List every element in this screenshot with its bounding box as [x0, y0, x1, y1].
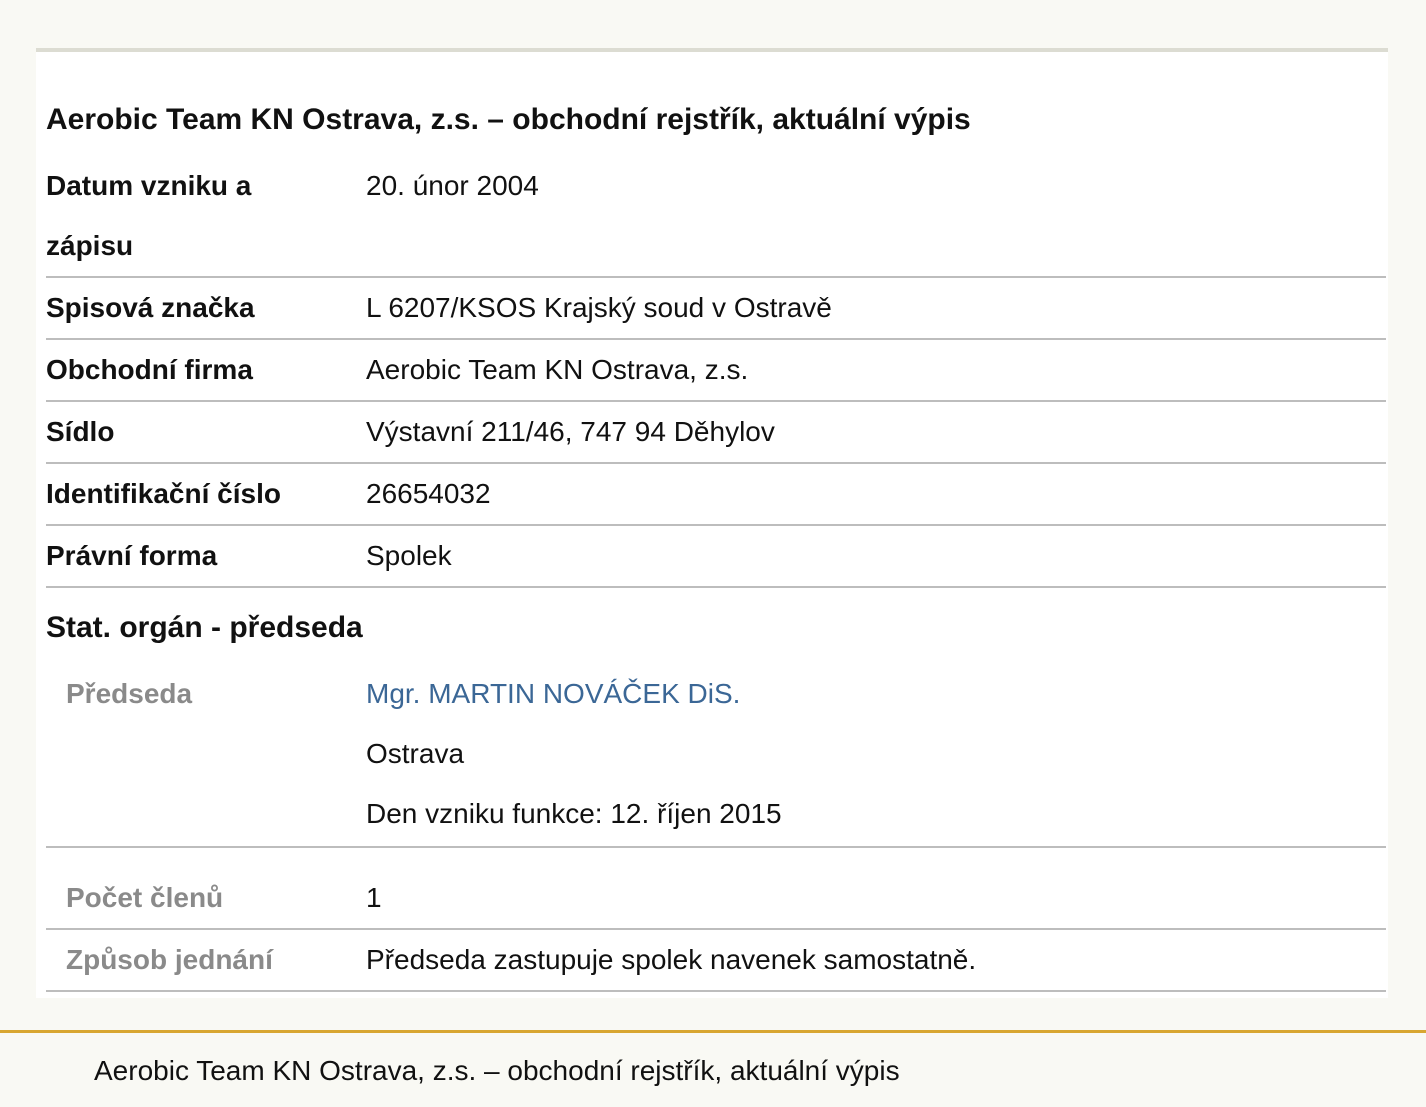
row-label: Datum vzniku a zápisu — [46, 170, 252, 261]
row-value: 26654032 — [366, 478, 491, 509]
row-value: Výstavní 211/46, 747 94 Děhylov — [366, 416, 775, 447]
page-title: Aerobic Team KN Ostrava, z.s. – obchodní… — [46, 103, 971, 136]
row-value: 1 — [366, 882, 382, 913]
section-heading-statutory-organ: Stat. orgán - předseda — [46, 611, 363, 644]
footer-title: Aerobic Team KN Ostrava, z.s. – obchodní… — [94, 1055, 900, 1086]
row-label: Počet členů — [66, 882, 224, 913]
row-label: Identifikační číslo — [46, 478, 281, 509]
register-extract-card: Aerobic Team KN Ostrava, z.s. – obchodní… — [36, 48, 1388, 998]
row-value: 20. únor 2004 — [366, 170, 539, 201]
row-label: Právní forma — [46, 540, 218, 571]
page-footer: Aerobic Team KN Ostrava, z.s. – obchodní… — [0, 1030, 1426, 1107]
row-value: L 6207/KSOS Krajský soud v Ostravě — [366, 292, 832, 323]
row-label: Spisová značka — [46, 292, 255, 323]
person-city: Ostrava — [366, 738, 465, 769]
row-pravni-forma: Právní forma Spolek — [46, 526, 1386, 588]
row-spisova-znacka: Spisová značka L 6207/KSOS Krajský soud … — [46, 278, 1386, 340]
row-label: Sídlo — [46, 416, 115, 447]
person-link[interactable]: Mgr. MARTIN NOVÁČEK DiS. — [366, 678, 740, 709]
row-identifikacni-cislo: Identifikační číslo 26654032 — [46, 464, 1386, 526]
row-obchodni-firma: Obchodní firma Aerobic Team KN Ostrava, … — [46, 340, 1386, 402]
row-label: Předseda — [66, 678, 193, 709]
row-value: Mgr. MARTIN NOVÁČEK DiS. Ostrava Den vzn… — [366, 664, 1386, 844]
row-value: Předseda zastupuje spolek navenek samost… — [366, 944, 977, 975]
row-label: Způsob jednání — [66, 944, 273, 975]
row-value: Aerobic Team KN Ostrava, z.s. — [366, 354, 749, 385]
row-value: Spolek — [366, 540, 452, 571]
row-predseda: Předseda Mgr. MARTIN NOVÁČEK DiS. Ostrav… — [46, 664, 1386, 848]
row-datum-vzniku: Datum vzniku a zápisu 20. únor 2004 — [46, 156, 1386, 278]
row-label: Obchodní firma — [46, 354, 253, 385]
row-pocet-clenu: Počet členů 1 — [46, 864, 1386, 930]
row-zpusob-jednani: Způsob jednání Předseda zastupuje spolek… — [46, 930, 1386, 992]
row-sidlo: Sídlo Výstavní 211/46, 747 94 Děhylov — [46, 402, 1386, 464]
function-start-date: Den vzniku funkce: 12. říjen 2015 — [366, 798, 782, 829]
